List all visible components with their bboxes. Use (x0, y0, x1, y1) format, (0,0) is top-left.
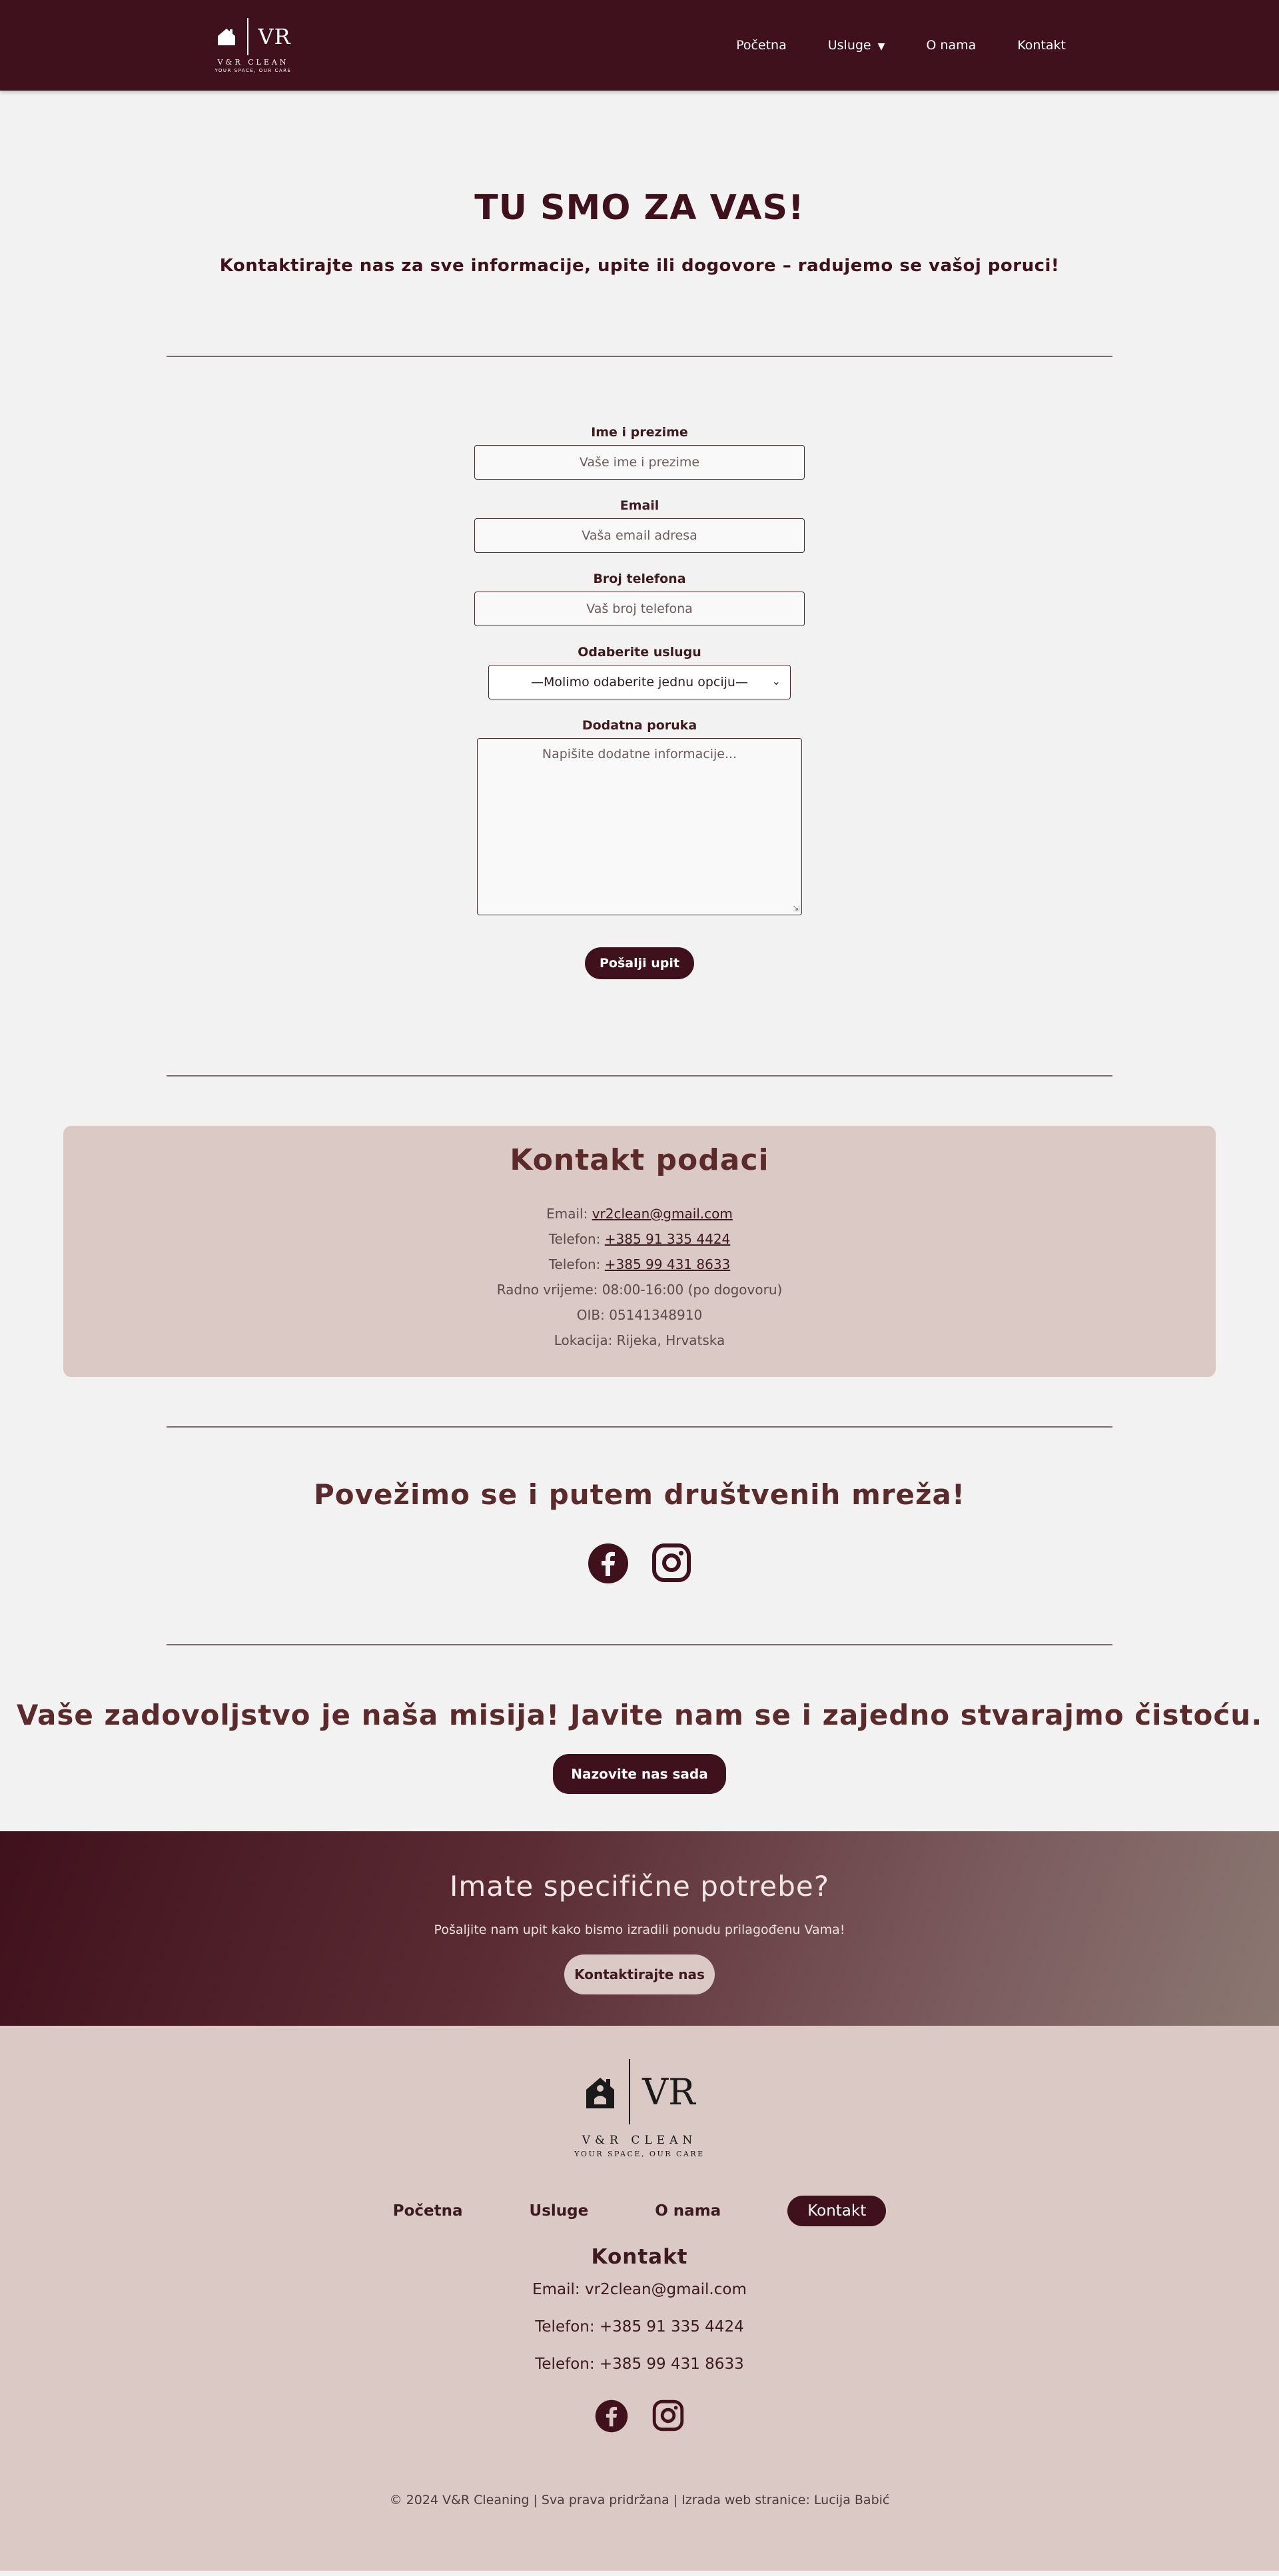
service-label: Odaberite uslugu (578, 645, 701, 659)
nav-item-usluge[interactable]: Usluge ▼ (828, 38, 885, 53)
footer-logo[interactable]: VR V&R CLEAN YOUR SPACE, OUR CARE (574, 2059, 704, 2158)
chevron-down-icon: ▼ (877, 41, 885, 52)
resize-handle-icon[interactable]: ⇲ (793, 904, 799, 913)
phone-placeholder: Vaš broj telefona (586, 602, 693, 616)
instagram-icon[interactable] (651, 1543, 691, 1584)
email-label: Email (620, 498, 659, 513)
copyright-text: © 2024 V&R Cleaning | Sva prava pridržan… (389, 2493, 890, 2507)
contact-details-list: Email: vr2clean@gmail.com Telefon: +385 … (63, 1201, 1216, 1353)
name-label: Ime i prezime (591, 425, 688, 440)
name-placeholder: Vaše ime i prezime (579, 455, 700, 470)
footer-logo-vr-text: VR (642, 2070, 695, 2113)
facebook-icon[interactable] (595, 2399, 628, 2433)
contact-form: Ime i prezime Vaše ime i prezime Email V… (474, 425, 805, 979)
service-select[interactable]: —Molimo odaberite jednu opciju— ⌄ (488, 665, 791, 699)
header-logo[interactable]: VR V&R CLEAN YOUR SPACE, OUR CARE (213, 17, 293, 73)
footer-logo-divider (629, 2059, 631, 2124)
email-input[interactable]: Vaša email adresa (474, 518, 805, 553)
footer-logo-brand-name: V&R CLEAN (582, 2134, 697, 2147)
contact-hours: Radno vrijeme: 08:00-16:00 (po dogovoru) (496, 1282, 783, 1298)
contact-phone-row: Telefon: +385 99 431 8633 (63, 1252, 1216, 1277)
footer-phone1: Telefon: +385 91 335 4424 (535, 2318, 744, 2336)
section-divider (167, 356, 1112, 357)
nav-item-pocetna[interactable]: Početna (736, 38, 787, 53)
contact-email-prefix: Email: (546, 1206, 592, 1222)
footer-nav: Početna Usluge O nama Kontakt (0, 2196, 1279, 2226)
contact-phone-row: Telefon: +385 91 335 4424 (63, 1226, 1216, 1252)
message-label: Dodatna poruka (582, 718, 697, 733)
social-icons (0, 1543, 1279, 1584)
footer-nav-item-usluge[interactable]: Usluge (530, 2202, 589, 2220)
logo-tagline: YOUR SPACE, OUR CARE (214, 67, 292, 73)
contact-email-row: Email: vr2clean@gmail.com (63, 1201, 1216, 1226)
phone-input[interactable]: Vaš broj telefona (474, 592, 805, 626)
page-title: TU SMO ZA VAS! (474, 188, 805, 228)
main-nav: Početna Usluge ▼ O nama Kontakt (736, 38, 1066, 53)
mission-title: Vaše zadovoljstvo je naša misija! Javite… (16, 1699, 1263, 1731)
contact-phone-prefix: Telefon: (548, 1231, 605, 1247)
mission-section: Vaše zadovoljstvo je naša misija! Javite… (0, 1645, 1279, 1831)
logo-mark: VR (215, 17, 291, 55)
contact-phone1-link[interactable]: +385 91 335 4424 (605, 1231, 731, 1247)
footer-nav-item-pocetna[interactable]: Početna (393, 2202, 463, 2220)
logo-vr-text: VR (258, 23, 291, 49)
instagram-icon[interactable] (652, 2399, 684, 2433)
call-now-button[interactable]: Nazovite nas sada (553, 1754, 726, 1794)
footer-logo-tagline: YOUR SPACE, OUR CARE (574, 2150, 705, 2158)
service-selected-value: —Molimo odaberite jednu opciju— (531, 675, 748, 689)
nav-item-kontakt[interactable]: Kontakt (1017, 38, 1066, 53)
facebook-icon[interactable] (588, 1543, 629, 1584)
phone-label: Broj telefona (593, 572, 686, 586)
contact-phone2-link[interactable]: +385 99 431 8633 (605, 1256, 731, 1272)
hero-section: TU SMO ZA VAS! Kontaktirajte nas za sve … (0, 91, 1279, 276)
site-header: VR V&R CLEAN YOUR SPACE, OUR CARE Početn… (0, 0, 1279, 91)
social-title: Povežimo se i putem društvenih mreža! (314, 1478, 965, 1511)
footer-email: Email: vr2clean@gmail.com (532, 2281, 747, 2298)
footer-nav-item-o-nama[interactable]: O nama (655, 2202, 721, 2220)
footer-contact-title: Kontakt (591, 2245, 688, 2269)
section-divider (167, 1075, 1112, 1076)
contact-phone-prefix: Telefon: (548, 1256, 605, 1272)
house-icon (218, 28, 236, 45)
cta-contact-button[interactable]: Kontaktirajte nas (564, 1954, 715, 1994)
email-placeholder: Vaša email adresa (582, 528, 697, 543)
contact-details-card: Kontakt podaci Email: vr2clean@gmail.com… (63, 1126, 1216, 1377)
cta-title: Imate specifične potrebe? (450, 1870, 829, 1903)
site-footer: VR V&R CLEAN YOUR SPACE, OUR CARE Početn… (0, 2026, 1279, 2571)
social-section: Povežimo se i putem društvenih mreža! (0, 1428, 1279, 1644)
house-icon (586, 2078, 615, 2108)
logo-divider (247, 17, 249, 55)
contact-oib: OIB: 05141348910 (576, 1307, 703, 1323)
contact-details-title: Kontakt podaci (510, 1143, 769, 1177)
footer-logo-mark: VR (584, 2059, 695, 2124)
page-subtitle: Kontaktirajte nas za sve informacije, up… (219, 256, 1060, 276)
submit-button[interactable]: Pošalji upit (585, 947, 694, 979)
page: VR V&R CLEAN YOUR SPACE, OUR CARE Početn… (0, 0, 1279, 2576)
footer-social-icons (0, 2399, 1279, 2433)
footer-phone2: Telefon: +385 99 431 8633 (535, 2356, 744, 2373)
message-placeholder: Napišite dodatne informacije... (542, 747, 737, 761)
name-input[interactable]: Vaše ime i prezime (474, 445, 805, 480)
nav-item-o-nama[interactable]: O nama (926, 38, 976, 53)
cta-banner: Imate specifične potrebe? Pošaljite nam … (0, 1831, 1279, 2026)
chevron-down-icon: ⌄ (771, 675, 781, 687)
logo-brand-name: V&R CLEAN (217, 57, 289, 67)
nav-item-usluge-label: Usluge (827, 38, 871, 53)
message-textarea[interactable]: Napišite dodatne informacije... ⇲ (477, 738, 802, 915)
contact-email-link[interactable]: vr2clean@gmail.com (592, 1206, 733, 1222)
contact-location: Lokacija: Rijeka, Hrvatska (554, 1332, 725, 1348)
cta-text: Pošaljite nam upit kako bismo izradili p… (434, 1923, 845, 1937)
footer-contact: Kontakt Email: vr2clean@gmail.com Telefo… (0, 2245, 1279, 2373)
footer-nav-item-kontakt[interactable]: Kontakt (787, 2196, 887, 2226)
